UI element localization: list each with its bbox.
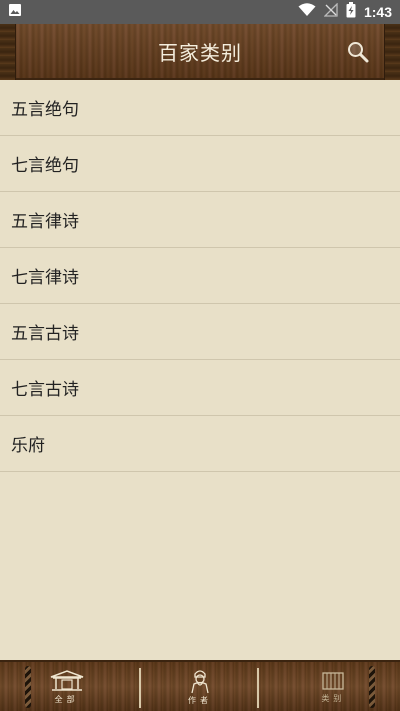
scroll-icon	[322, 671, 344, 690]
poet-icon	[191, 669, 209, 693]
header-edge-left	[0, 24, 16, 80]
list-item-label: 五言古诗	[11, 324, 79, 344]
header-edge-right	[384, 24, 400, 80]
list-item-label: 七言绝句	[11, 156, 79, 176]
list-item[interactable]: 七言绝句	[0, 136, 400, 192]
bottom-nav: 全部 作者 类别	[0, 660, 400, 711]
search-button[interactable]	[346, 40, 370, 64]
image-icon	[8, 3, 22, 21]
list-item[interactable]: 五言古诗	[0, 304, 400, 360]
tab-category-label: 类别	[321, 693, 346, 703]
tab-author-label: 作者	[187, 695, 212, 705]
tab-all-label: 全部	[54, 694, 79, 704]
list-item-label: 七言古诗	[11, 380, 79, 400]
list-item-label: 乐府	[11, 436, 45, 456]
list-item[interactable]: 七言古诗	[0, 360, 400, 416]
list-item[interactable]: 五言律诗	[0, 192, 400, 248]
app-header: 百家类别	[0, 24, 400, 80]
list-item[interactable]: 乐府	[0, 416, 400, 472]
page-title: 百家类别	[158, 40, 242, 65]
status-bar: 1:43	[0, 0, 400, 24]
nav-cap-right	[369, 666, 375, 708]
search-icon	[348, 42, 369, 63]
list-item-label: 五言绝句	[11, 100, 79, 120]
category-list: 五言绝句 七言绝句 五言律诗 七言律诗 五言古诗 七言古诗 乐府	[0, 80, 400, 472]
temple-icon	[50, 669, 83, 691]
list-item[interactable]: 五言绝句	[0, 80, 400, 136]
signal-off-icon	[323, 2, 338, 21]
nav-divider	[257, 668, 259, 708]
list-item-label: 七言律诗	[11, 268, 79, 288]
tab-author[interactable]: 作者	[133, 662, 266, 711]
tab-category[interactable]: 类别	[267, 662, 400, 711]
wifi-icon	[298, 3, 316, 21]
list-item-label: 五言律诗	[11, 212, 79, 232]
tab-all[interactable]: 全部	[0, 662, 133, 711]
battery-charging-icon	[346, 2, 356, 22]
list-item[interactable]: 七言律诗	[0, 248, 400, 304]
status-time: 1:43	[363, 4, 392, 20]
